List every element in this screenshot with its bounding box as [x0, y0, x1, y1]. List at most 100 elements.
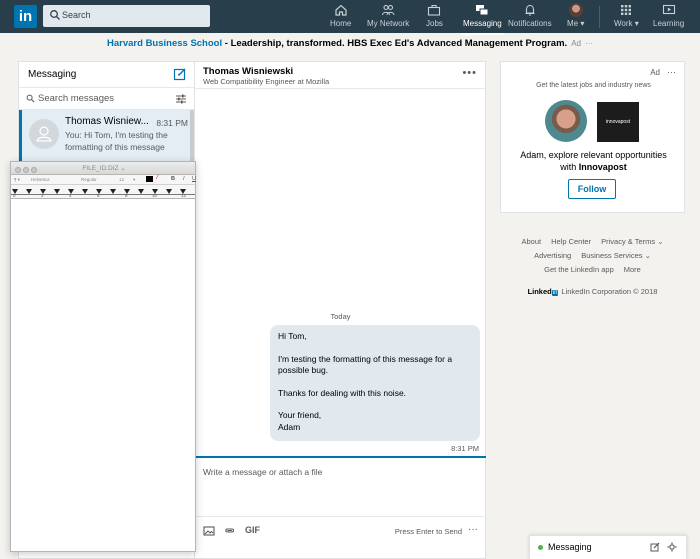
nav-messaging-label: Messaging — [463, 19, 502, 28]
compose-icon[interactable] — [173, 67, 187, 81]
ruler-number: 2 — [41, 193, 44, 198]
font-style-select[interactable]: Regular — [81, 177, 97, 182]
ad-banner-company[interactable]: Harvard Business School — [107, 38, 222, 49]
footer-link[interactable]: Help Center — [551, 237, 591, 246]
highlight-icon[interactable]: ⁄ — [157, 175, 158, 181]
messaging-overlay-bar[interactable]: Messaging — [529, 535, 687, 559]
gear-icon[interactable] — [667, 542, 677, 552]
footer-link[interactable]: Business Services ⌄ — [581, 251, 651, 260]
text-color-swatch[interactable] — [146, 176, 153, 182]
footer-link[interactable]: Advertising — [534, 251, 571, 260]
message-paragraph: Hi Tom, — [278, 331, 307, 341]
conversation-more-button[interactable]: ••• — [462, 67, 477, 79]
message-input[interactable]: Write a message or attach a file — [203, 467, 322, 477]
window-titlebar[interactable]: FILE_ID.DIZ ⌄ — [11, 162, 195, 175]
composer-more-button[interactable]: ··· — [468, 524, 478, 535]
ad-card-message-prefix: with — [560, 162, 579, 172]
nav-learning-label: Learning — [653, 19, 685, 28]
filter-icon[interactable] — [176, 94, 186, 104]
format-toolbar: ¶ ▾ Helvetica Regular 12 ▾ ⁄ B I U — [11, 175, 196, 185]
people-icon — [382, 4, 395, 16]
nav-home[interactable]: Home — [330, 3, 351, 31]
follow-button[interactable]: Follow — [568, 179, 616, 199]
footer-link[interactable]: More — [624, 265, 641, 274]
linkedin-logo[interactable]: in — [14, 5, 37, 28]
nav-work[interactable]: Work ▾ — [614, 3, 639, 31]
ad-label: Ad — [650, 68, 660, 77]
search-icon — [26, 94, 35, 103]
font-family-select[interactable]: Helvetica — [31, 177, 50, 182]
nav-jobs-label: Jobs — [426, 19, 443, 28]
ad-banner-text[interactable]: - Leadership, transformed. HBS Exec Ed's… — [222, 38, 567, 49]
italic-icon[interactable]: I — [183, 176, 185, 182]
nav-me[interactable]: Me ▾ — [567, 3, 584, 31]
date-divider: Today — [330, 312, 351, 321]
search-messages-placeholder: Search messages — [38, 93, 115, 104]
document-text-area[interactable] — [11, 200, 195, 551]
briefcase-icon — [428, 4, 441, 16]
contact-name[interactable]: Thomas Wisniewski — [203, 66, 293, 77]
learning-icon — [662, 4, 675, 15]
ad-banner[interactable]: Harvard Business School - Leadership, tr… — [0, 38, 700, 49]
ruler-tab[interactable] — [54, 189, 60, 194]
image-icon[interactable] — [203, 525, 215, 537]
ad-card-more-button[interactable]: ··· — [667, 67, 676, 77]
search-icon — [50, 10, 60, 20]
company-logo[interactable]: innovapost — [597, 102, 639, 142]
copyright: LinkedIn Corporation © 2018 — [561, 287, 658, 296]
home-icon — [335, 4, 347, 16]
compose-icon[interactable] — [650, 542, 660, 552]
footer-link[interactable]: Privacy & Terms ⌄ — [601, 237, 663, 246]
footer-row: Advertising Business Services ⌄ — [500, 251, 685, 260]
search-placeholder: Search — [62, 10, 91, 20]
top-nav: in Search Home My Network Jobs Messaging… — [0, 0, 700, 35]
ruler-tab[interactable] — [26, 189, 32, 194]
font-size-chevron[interactable]: ▾ — [133, 177, 135, 183]
ad-more-button[interactable]: ··· — [585, 39, 593, 48]
gif-button[interactable]: GIF — [245, 525, 260, 535]
contact-headline: Web Compatibility Engineer at Mozilla — [203, 77, 330, 86]
message-time: 8:31 PM — [451, 444, 479, 453]
footer-link[interactable]: About — [521, 237, 541, 246]
nav-jobs[interactable]: Jobs — [426, 3, 443, 31]
nav-notifications[interactable]: Notifications — [508, 3, 552, 31]
nav-notifications-label: Notifications — [508, 19, 552, 28]
ad-card-message: Adam, explore relevant opportunities wit… — [501, 149, 686, 173]
messaging-icon — [476, 5, 489, 16]
user-photo — [545, 100, 587, 142]
footer-link[interactable]: Get the LinkedIn app — [544, 265, 614, 274]
attachment-icon[interactable] — [224, 525, 237, 537]
window-title: FILE_ID.DIZ ⌄ — [82, 165, 126, 172]
ruler-number: 12 — [181, 193, 187, 198]
ruler-tab[interactable] — [166, 189, 172, 194]
ruler-tab[interactable] — [82, 189, 88, 194]
ruler-tab[interactable] — [138, 189, 144, 194]
ruler-number: 8 — [125, 193, 128, 198]
nav-learning[interactable]: Learning — [653, 3, 684, 31]
send-hint[interactable]: Press Enter to Send — [395, 527, 462, 536]
footer-row: About Help Center Privacy & Terms ⌄ — [500, 237, 685, 246]
bold-icon[interactable]: B — [171, 176, 175, 182]
online-status-dot — [538, 545, 543, 550]
avatar — [568, 3, 583, 17]
ruler-number: 6 — [97, 193, 100, 198]
search-input[interactable]: Search — [43, 5, 210, 27]
footer-row: Get the LinkedIn app More — [500, 265, 685, 274]
contact-avatar — [29, 119, 59, 149]
ruler[interactable]: 0 2 4 6 8 10 12 — [11, 185, 195, 199]
person-icon — [36, 126, 52, 142]
nav-divider — [599, 6, 600, 28]
conversation-item[interactable]: Thomas Wisniew... 8:31 PM You: Hi Tom, I… — [19, 110, 194, 166]
ruler-tab[interactable] — [110, 189, 116, 194]
message-paragraph: Thanks for dealing with this noise. — [278, 387, 407, 398]
nav-messaging[interactable]: Messaging — [461, 3, 504, 35]
linkedin-wordmark: Linked — [527, 287, 552, 296]
nav-my-network[interactable]: My Network — [367, 3, 409, 31]
message-signoff: Your friend, Adam — [278, 410, 472, 433]
ad-card-message-line: Adam, explore relevant opportunities — [520, 150, 667, 160]
paragraph-style-select[interactable]: ¶ ▾ — [14, 177, 20, 183]
search-messages-input[interactable]: Search messages — [19, 88, 194, 110]
ruler-number: 0 — [13, 193, 16, 198]
underline-icon[interactable]: U — [192, 176, 196, 182]
font-size-select[interactable]: 12 — [119, 177, 124, 182]
